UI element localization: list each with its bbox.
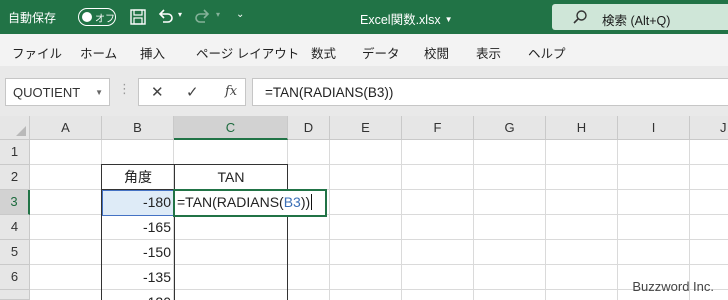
tab-insert[interactable]: 挿入 [140,43,165,62]
cell-b3[interactable]: -180 [102,190,174,215]
chevron-down-icon: ▼ [444,15,453,24]
redo-icon[interactable] [193,7,213,27]
row-header-7[interactable] [0,290,30,300]
autosave-toggle[interactable]: オフ [78,8,116,26]
row-header-4[interactable]: 4 [0,215,30,240]
formula-bar: QUOTIENT ▼ ⋮ ✕ ✓ fx =TAN(RADIANS(B3)) [0,66,728,116]
tab-review[interactable]: 校閲 [424,43,449,62]
customize-quick-access-icon[interactable]: ⌄ [236,9,244,20]
cancel-icon[interactable]: ✕ [151,83,164,101]
select-all-corner[interactable] [0,116,30,140]
vertical-dots-icon[interactable]: ⋮ [118,81,131,97]
formula-prefix: =TAN(RADIANS( [177,194,284,210]
search-text: 検索 (Alt+Q) [602,14,671,28]
column-header-e[interactable]: E [330,116,402,140]
name-box-value: QUOTIENT [13,85,81,100]
toggle-knob [82,12,92,22]
formula-text: =TAN(RADIANS(B3)) [265,85,394,100]
column-header-d[interactable]: D [288,116,330,140]
formula-buttons: ✕ ✓ fx [138,78,246,106]
enter-icon[interactable]: ✓ [186,83,199,101]
undo-dropdown-icon[interactable]: ▾ [178,10,182,19]
autosave-label: 自動保存 [8,11,57,25]
tab-home[interactable]: ホーム [80,43,117,62]
worksheet-grid[interactable]: A B C D E F G H I J 1 2 3 4 5 6 角度 TAN -… [0,116,728,300]
watermark: Buzzword Inc. [632,279,714,294]
column-header-c[interactable]: C [174,116,288,140]
cell-b2[interactable]: 角度 [102,165,174,190]
filename: Excel関数.xlsx [360,13,441,27]
tab-data[interactable]: データ [362,43,400,62]
text-cursor [311,194,313,210]
document-title[interactable]: Excel関数.xlsx ▼ [360,9,453,28]
tab-view[interactable]: 表示 [476,43,501,62]
tab-formulas[interactable]: 数式 [311,43,336,62]
search-icon [573,10,587,24]
chevron-down-icon[interactable]: ▼ [95,88,103,97]
title-bar: 自動保存 オフ ▾ ▾ ⌄ Excel関数.xlsx ▼ 検索 (Alt+Q) [0,0,728,34]
row-header-1[interactable]: 1 [0,140,30,165]
cell-c2[interactable]: TAN [175,165,287,190]
formula-suffix: )) [300,194,311,210]
save-icon[interactable] [128,7,148,27]
tab-file[interactable]: ファイル [12,43,62,62]
cell-b6[interactable]: -135 [102,265,174,290]
row-header-5[interactable]: 5 [0,240,30,265]
search-box[interactable]: 検索 (Alt+Q) [552,4,728,30]
active-cell-editor[interactable]: =TAN(RADIANS(B3)) [173,189,327,217]
name-box[interactable]: QUOTIENT ▼ [5,78,110,106]
tab-help[interactable]: ヘルプ [528,43,566,62]
column-header-j[interactable]: J [690,116,728,140]
column-header-f[interactable]: F [402,116,474,140]
tab-page-layout[interactable]: ページ レイアウト [196,43,299,62]
column-header-h[interactable]: H [546,116,618,140]
cell-b7[interactable]: -120 [102,290,174,300]
column-header-a[interactable]: A [30,116,102,140]
undo-icon[interactable] [155,7,175,27]
formula-reference: B3 [283,194,301,210]
corner-triangle-icon [16,126,26,136]
ribbon-tabs: ファイル ホーム 挿入 ページ レイアウト 数式 データ 校閲 表示 ヘルプ [0,34,728,66]
row-header-2[interactable]: 2 [0,165,30,190]
cell-b5[interactable]: -150 [102,240,174,265]
autosave-state: オフ [95,14,115,25]
formula-input[interactable]: =TAN(RADIANS(B3)) [252,78,728,106]
column-header-b[interactable]: B [102,116,174,140]
row-header-6[interactable]: 6 [0,265,30,290]
redo-dropdown-icon[interactable]: ▾ [216,10,220,19]
row-header-3[interactable]: 3 [0,190,30,215]
insert-function-icon[interactable]: fx [225,84,237,99]
cell-c3-formula: =TAN(RADIANS(B3)) [177,194,313,210]
column-header-i[interactable]: I [618,116,690,140]
cell-b4[interactable]: -165 [102,215,174,240]
column-header-g[interactable]: G [474,116,546,140]
